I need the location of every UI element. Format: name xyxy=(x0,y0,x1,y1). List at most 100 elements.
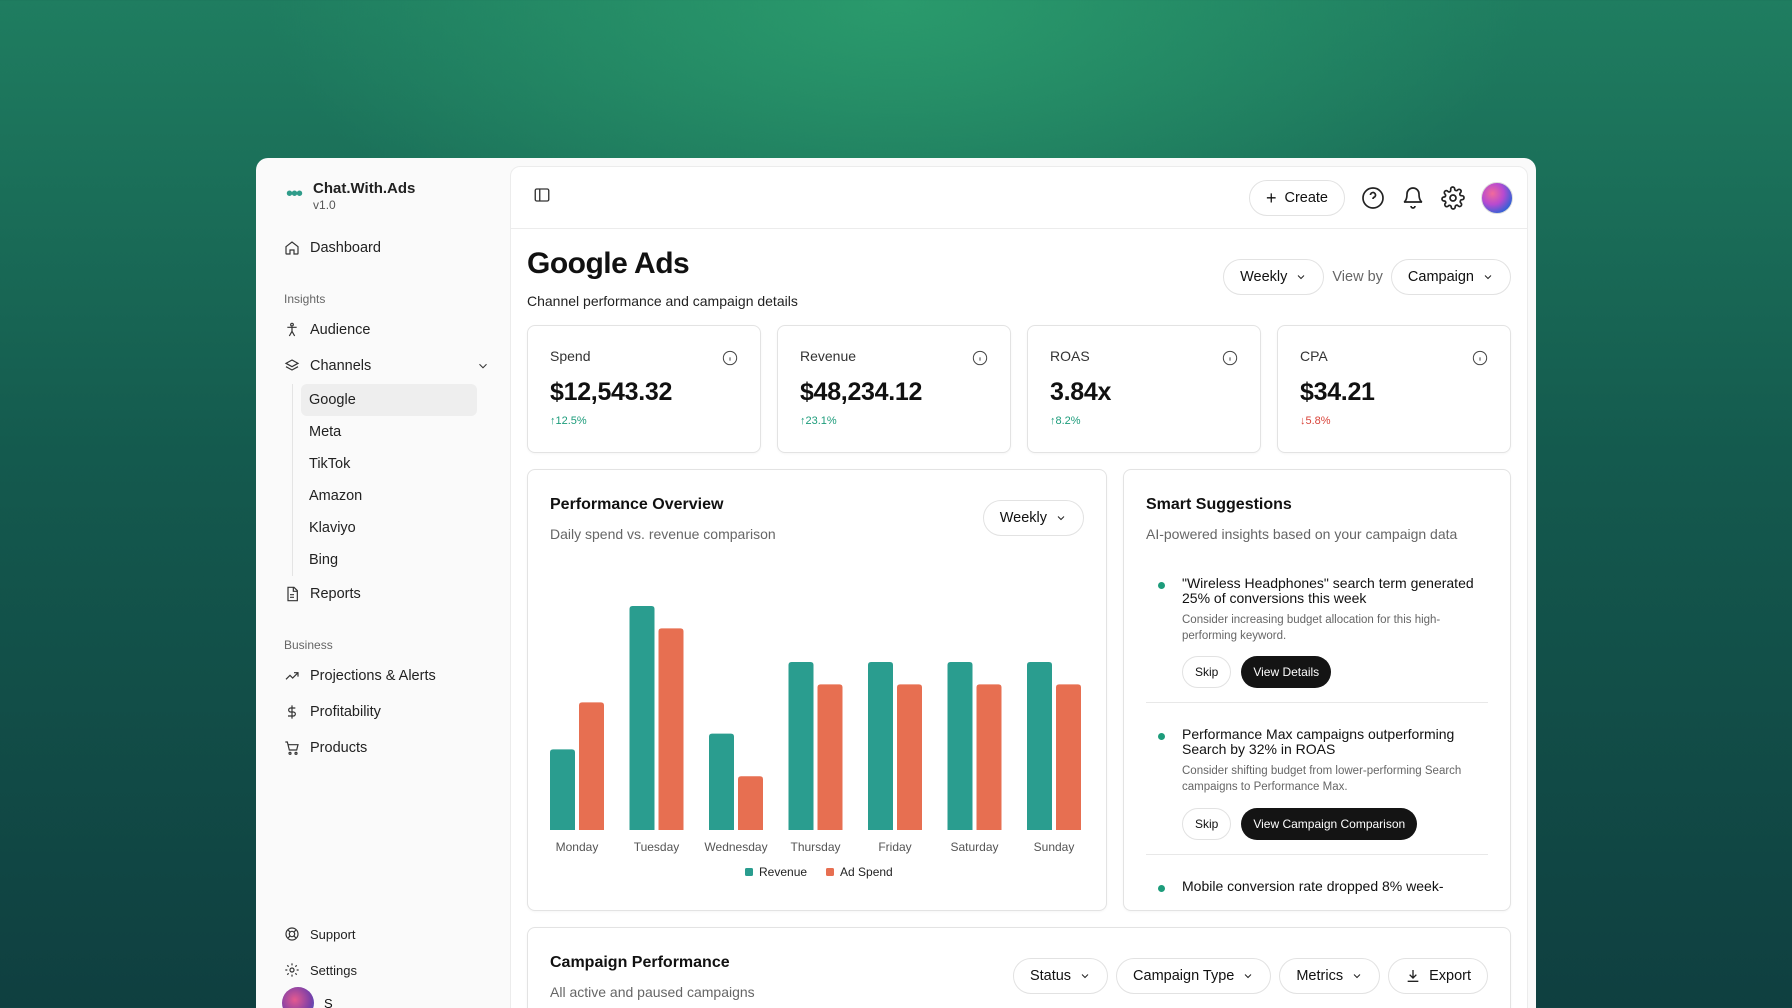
create-button[interactable]: + Create xyxy=(1248,179,1345,216)
lifebuoy-icon xyxy=(285,927,299,941)
campaign-type-filter[interactable]: Campaign Type xyxy=(1116,958,1272,994)
create-label: Create xyxy=(1284,189,1328,206)
export-label: Export xyxy=(1429,968,1471,984)
suggestion-actions: Skip View Campaign Comparison xyxy=(1182,807,1488,840)
user-avatar[interactable] xyxy=(1481,181,1513,214)
page-controls: Weekly View by Campaign xyxy=(1223,259,1511,295)
bar-revenue-friday[interactable] xyxy=(868,662,893,830)
notifications-button[interactable] xyxy=(1401,186,1425,210)
bar-ad-spend-monday[interactable] xyxy=(579,702,604,830)
kpi-label: Spend xyxy=(550,348,591,364)
bar-ad-spend-saturday[interactable] xyxy=(976,684,1002,830)
channel-item-klaviyo[interactable]: Klaviyo xyxy=(301,512,477,544)
info-icon[interactable] xyxy=(972,350,988,366)
campaign-type-filter-label: Campaign Type xyxy=(1133,968,1235,984)
legend-swatch xyxy=(745,868,753,876)
status-filter[interactable]: Status xyxy=(1012,958,1109,994)
metrics-filter[interactable]: Metrics xyxy=(1279,958,1381,994)
cart-icon xyxy=(285,741,299,755)
suggestion-body: Consider shifting budget from lower-perf… xyxy=(1182,765,1462,794)
brand[interactable]: ••• Chat.With.Ads v1.0 xyxy=(280,180,494,212)
channel-item-google[interactable]: Google xyxy=(301,384,477,416)
info-icon[interactable] xyxy=(1222,350,1238,366)
brand-version: v1.0 xyxy=(313,198,336,212)
nav-audience[interactable]: Audience xyxy=(280,312,494,348)
kpi-label: Revenue xyxy=(800,348,857,364)
nav-projections-label: Projections & Alerts xyxy=(310,668,436,684)
bar-ad-spend-friday[interactable] xyxy=(897,684,922,830)
page-title: Google Ads xyxy=(527,247,690,280)
export-button[interactable]: Export xyxy=(1388,958,1488,994)
info-icon[interactable] xyxy=(722,350,738,366)
period-dropdown[interactable]: Weekly xyxy=(1223,259,1325,295)
skip-button[interactable]: Skip xyxy=(1182,656,1232,689)
skip-button[interactable]: Skip xyxy=(1182,807,1232,840)
user-row[interactable]: S xyxy=(280,987,490,1008)
channel-item-meta[interactable]: Meta xyxy=(301,416,477,448)
settings-button[interactable] xyxy=(1441,185,1465,210)
nav-settings[interactable]: Settings xyxy=(280,952,490,988)
status-dot xyxy=(1158,884,1165,892)
gear-icon xyxy=(285,963,299,977)
suggestion-actions: Skip View Details xyxy=(1182,656,1488,689)
nav-reports-label: Reports xyxy=(310,586,361,602)
suggestion-item: "Wireless Headphones" search term genera… xyxy=(1146,552,1488,704)
bar-ad-spend-tuesday[interactable] xyxy=(658,628,684,830)
performance-period-dropdown[interactable]: Weekly xyxy=(982,500,1084,536)
nav-products[interactable]: Products xyxy=(280,730,494,766)
nav-audience-label: Audience xyxy=(310,322,371,338)
channel-item-amazon[interactable]: Amazon xyxy=(301,480,477,512)
info-icon[interactable] xyxy=(1472,350,1488,366)
bar-revenue-sunday[interactable] xyxy=(1027,662,1052,830)
content: Google Ads Channel performance and campa… xyxy=(511,229,1527,1008)
page-subtitle: Channel performance and campaign details xyxy=(527,293,798,309)
chevron-down-icon xyxy=(1484,275,1492,280)
nav-support[interactable]: Support xyxy=(280,916,490,952)
bar-ad-spend-wednesday[interactable] xyxy=(738,776,763,830)
kpi-label: ROAS xyxy=(1050,348,1090,364)
campaign-controls: Status Campaign Type Metrics Export xyxy=(1012,958,1488,994)
brand-name: Chat.With.Ads xyxy=(313,180,416,197)
nav-support-label: Support xyxy=(310,926,356,942)
nav-channels[interactable]: Channels xyxy=(280,348,494,384)
nav-reports[interactable]: Reports xyxy=(280,576,494,612)
x-tick-label: Tuesday xyxy=(634,840,680,854)
suggestion-headline: Mobile conversion rate dropped 8% week- xyxy=(1182,877,1444,894)
status-dot xyxy=(1158,582,1165,589)
chevron-down-icon xyxy=(1298,275,1305,280)
nav-projections[interactable]: Projections & Alerts xyxy=(280,658,494,694)
status-filter-label: Status xyxy=(1029,968,1072,984)
view-by-dropdown[interactable]: Campaign xyxy=(1390,259,1511,295)
suggestion-item: Performance Max campaigns outperforming … xyxy=(1146,703,1488,855)
bar-revenue-wednesday[interactable] xyxy=(709,733,734,830)
performance-bar-chart: Monday Tuesday Wednesday Thursday Friday Satu… xyxy=(550,606,1081,879)
help-button[interactable] xyxy=(1361,186,1385,210)
bar-ad-spend-sunday[interactable] xyxy=(1056,684,1081,830)
insights-section-label: Insights xyxy=(284,292,326,306)
view-campaign-comparison-button[interactable]: View Campaign Comparison xyxy=(1241,807,1418,840)
overview-row: Performance Overview Daily spend vs. rev… xyxy=(527,469,1511,911)
chevron-down-icon[interactable] xyxy=(476,359,490,373)
view-details-button[interactable]: View Details xyxy=(1241,656,1332,689)
campaign-performance-card: Campaign Performance All active and paus… xyxy=(527,927,1511,1008)
kpi-card-cpa: CPA $34.21 ↓5.8% xyxy=(1277,325,1511,453)
bar-revenue-monday[interactable] xyxy=(550,749,575,830)
bar-revenue-thursday[interactable] xyxy=(788,662,814,830)
bar-revenue-saturday[interactable] xyxy=(947,662,973,830)
metrics-filter-label: Metrics xyxy=(1296,968,1344,984)
sidebar-toggle[interactable] xyxy=(533,186,551,209)
nav-dashboard[interactable]: Dashboard xyxy=(280,230,494,266)
bar-ad-spend-thursday[interactable] xyxy=(817,684,843,830)
sidebar-toggle-icon xyxy=(534,188,550,202)
kpi-card-spend: Spend $12,543.32 ↑12.5% xyxy=(527,325,761,453)
dollar-icon xyxy=(288,705,296,719)
bar-revenue-tuesday[interactable] xyxy=(629,606,655,830)
kpi-label: CPA xyxy=(1300,348,1328,364)
user-initial: S xyxy=(324,995,333,1008)
channel-item-tiktok[interactable]: TikTok xyxy=(301,448,477,480)
legend-swatch xyxy=(826,868,834,876)
nav-profitability[interactable]: Profitability xyxy=(280,694,494,730)
channel-item-bing[interactable]: Bing xyxy=(301,544,477,576)
view-by-label: View by xyxy=(1332,269,1383,285)
nav-channels-label: Channels xyxy=(310,358,372,374)
